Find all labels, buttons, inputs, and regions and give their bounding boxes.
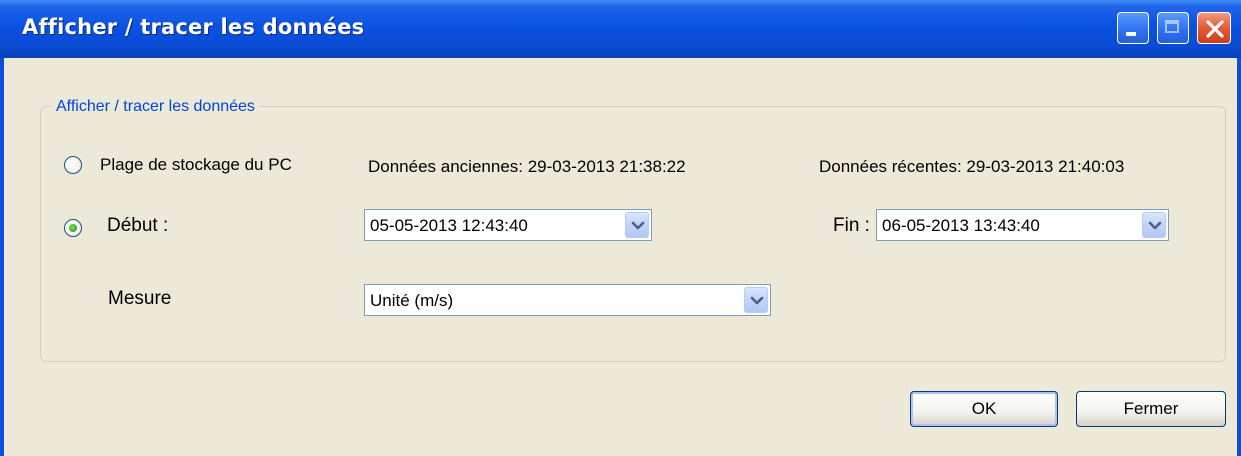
measure-combo[interactable]: Unité (m/s) <box>364 284 771 316</box>
dialog-client-area: Afficher / tracer les données Plage de s… <box>4 58 1237 456</box>
close-dialog-button[interactable]: Fermer <box>1076 391 1226 427</box>
maximize-button[interactable] <box>1157 12 1189 44</box>
maximize-icon <box>1165 20 1179 33</box>
chevron-down-icon <box>1148 221 1162 230</box>
minimize-button[interactable] <box>1117 12 1149 44</box>
end-date-combo[interactable]: 06-05-2013 13:43:40 <box>876 209 1169 241</box>
group-label: Afficher / tracer les données <box>52 98 259 116</box>
title-bar[interactable]: Afficher / tracer les données <box>0 0 1241 58</box>
start-date-dropdown-button[interactable] <box>625 212 649 238</box>
recent-data-text: Données récentes: 29-03-2013 21:40:03 <box>819 157 1125 176</box>
pc-range-label: Plage de stockage du PC <box>100 155 292 174</box>
measure-label: Mesure <box>108 288 172 309</box>
close-button[interactable] <box>1197 12 1231 44</box>
measure-value: Unité (m/s) <box>370 291 454 310</box>
close-icon <box>1206 20 1224 38</box>
end-label: Fin : <box>833 215 870 236</box>
chevron-down-icon <box>750 296 764 305</box>
start-date-combo[interactable]: 05-05-2013 12:43:40 <box>364 209 652 241</box>
radio-selected-dot <box>69 224 77 232</box>
end-date-dropdown-button[interactable] <box>1142 212 1166 238</box>
dialog-window: Afficher / tracer les données Afficher /… <box>0 0 1241 456</box>
old-data-text: Données anciennes: 29-03-2013 21:38:22 <box>368 157 686 176</box>
chevron-down-icon <box>631 221 645 230</box>
end-date-value: 06-05-2013 13:43:40 <box>882 216 1040 235</box>
ok-button[interactable]: OK <box>910 391 1058 427</box>
pc-range-radio[interactable] <box>64 156 82 174</box>
start-date-value: 05-05-2013 12:43:40 <box>370 216 528 235</box>
measure-dropdown-button[interactable] <box>744 287 768 313</box>
minimize-icon <box>1126 32 1136 36</box>
date-range-radio[interactable] <box>64 219 82 237</box>
start-label: Début : <box>107 215 169 236</box>
window-title: Afficher / tracer les données <box>22 15 365 39</box>
